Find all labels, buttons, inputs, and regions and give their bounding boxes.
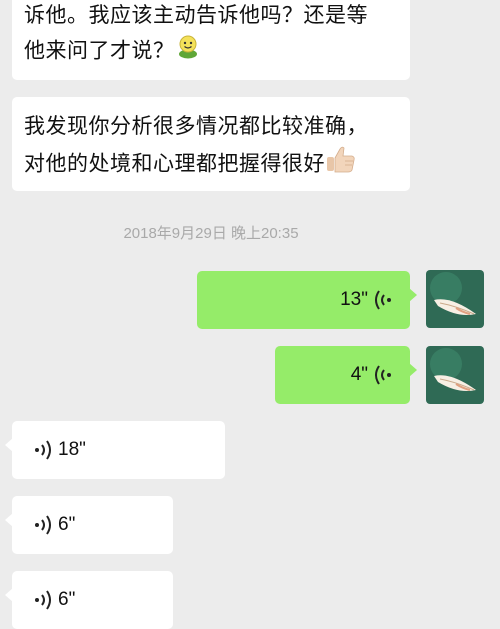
message-text-line: 对他的处境和心理都把握得很好 — [24, 144, 398, 185]
message-text: 对他的处境和心理都把握得很好 — [24, 151, 325, 176]
message-text-line: 他来问了才说？ — [24, 33, 398, 70]
voice-duration: 6" — [58, 589, 76, 610]
voice-wave-icon — [34, 439, 52, 461]
message-bubble-received[interactable]: 诉他。我应该主动告诉他吗？还是等 他来问了才说？ — [12, 0, 410, 80]
voice-message-received[interactable]: 6" — [5, 571, 173, 629]
voice-wave-icon — [34, 514, 52, 536]
voice-message-sent[interactable]: 4" — [275, 346, 417, 404]
voice-wave-icon — [34, 589, 52, 611]
voice-duration: 13" — [340, 289, 368, 310]
message-text-line: 我发现你分析很多情况都比较准确， — [24, 114, 368, 138]
voice-duration: 18" — [58, 439, 86, 460]
avatar[interactable] — [426, 270, 484, 328]
message-text: 他来问了才说？ — [24, 38, 175, 63]
voice-message-received[interactable]: 18" — [5, 421, 225, 479]
avatar[interactable] — [426, 346, 484, 404]
voice-duration: 6" — [58, 514, 76, 535]
message-text-line: 诉他。我应该主动告诉他吗？还是等 — [24, 3, 368, 27]
thumbs-up-icon — [325, 144, 357, 185]
message-bubble-received[interactable]: 我发现你分析很多情况都比较准确， 对他的处境和心理都把握得很好 — [12, 97, 410, 191]
avatar-feather-icon — [426, 346, 484, 404]
voice-wave-icon — [374, 364, 392, 386]
voice-message-sent[interactable]: 13" — [197, 271, 417, 329]
voice-wave-icon — [374, 289, 392, 311]
green-smile-emoji-icon — [175, 33, 201, 70]
avatar-feather-icon — [426, 270, 484, 328]
voice-duration: 4" — [350, 364, 368, 385]
voice-message-received[interactable]: 6" — [5, 496, 173, 554]
timestamp: 2018年9月29日 晚上20:35 — [123, 225, 299, 242]
